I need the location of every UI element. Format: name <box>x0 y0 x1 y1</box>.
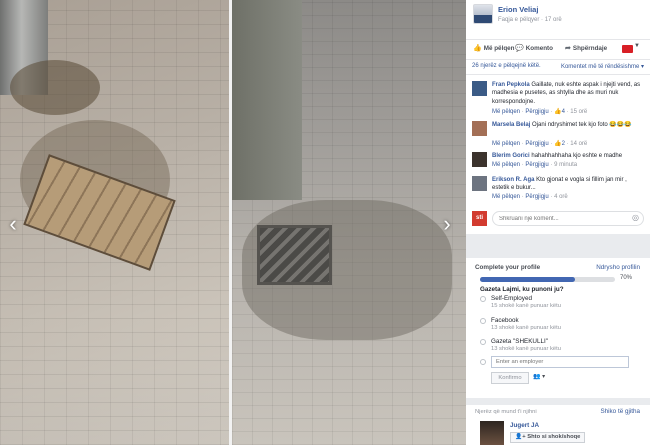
avatar[interactable] <box>472 152 487 167</box>
post-header: Erion Veliaj Faqja e pëlqyer · 17 orë <box>466 0 650 37</box>
privacy-selector[interactable]: 👥 ▾ <box>533 373 545 380</box>
progress-percent: 70% <box>620 275 633 281</box>
card-title: Complete your profile <box>475 264 541 271</box>
comment-author[interactable]: Erikson R. Aga <box>492 177 534 183</box>
comment-composer: sti ◎ <box>472 211 644 227</box>
radio-button[interactable] <box>480 359 486 365</box>
comment-meta: Më pëlqen · Përgjigju · 4 orë <box>492 194 568 200</box>
drain-grate <box>257 225 332 285</box>
share-arrow-icon: ➦ <box>565 45 571 52</box>
camera-icon[interactable]: ◎ <box>632 213 639 222</box>
photo-before <box>0 0 229 445</box>
comment-meta: Më pëlqen · Përgjigju · 9 minuta <box>492 162 578 168</box>
comment-like-count[interactable]: 2 <box>562 141 565 147</box>
like-button[interactable]: 👍 Më pëlqen <box>473 44 515 52</box>
people-you-may-know: Njerëz që mund t'i njihni Shiko të gjith… <box>466 405 650 445</box>
comment-sort-dropdown[interactable]: Komentet më të rëndësishme ▾ <box>561 63 644 70</box>
like-label: Më pëlqen <box>483 45 515 52</box>
comment-like-link[interactable]: Më pëlqen <box>492 109 520 115</box>
employer-question: Gazeta Lajmi, ku punoni ju? <box>480 286 564 293</box>
option-subtext: 15 shokë kanë punuar këtu <box>491 303 561 309</box>
comment-like-link[interactable]: Më pëlqen <box>492 162 520 168</box>
thumbs-up-icon: 👍 <box>473 45 482 52</box>
previous-photo-arrow-icon[interactable]: ‹ <box>4 212 22 236</box>
mud-patch <box>10 60 100 115</box>
option-subtext: 13 shokë kanë punuar këtu <box>491 325 561 331</box>
divider <box>466 59 650 60</box>
share-button[interactable]: ➦ Shpërndaje <box>565 44 607 52</box>
see-all-link[interactable]: Shiko të gjitha <box>600 408 640 415</box>
next-photo-arrow-icon[interactable]: › <box>438 212 456 236</box>
add-friend-button[interactable]: 👤+ Shto si shok/shoqe <box>510 432 586 443</box>
comment-time[interactable]: 14 orë <box>570 141 587 147</box>
option-label: Facebook <box>491 317 519 324</box>
avatar[interactable] <box>472 121 487 136</box>
comment-text: hahahhahhaha kjo eshte e madhe <box>531 153 623 159</box>
add-friend-label: Shto si shok/shoqe <box>527 434 581 440</box>
avatar[interactable] <box>480 421 504 445</box>
comment-author[interactable]: Blerim Gorici <box>492 153 530 159</box>
thumbs-up-icon: 👍 <box>554 141 562 147</box>
edit-profile-link[interactable]: Ndrysho profilin <box>596 264 640 271</box>
comment-author[interactable]: Marsela Belaj <box>492 122 530 128</box>
radio-button[interactable] <box>480 339 486 345</box>
employer-input[interactable] <box>491 356 629 368</box>
avatar[interactable] <box>472 81 487 96</box>
post-sidebar: Erion Veliaj Faqja e pëlqyer · 17 orë 👍 M… <box>466 0 650 445</box>
comment-author[interactable]: Fran Pepkola <box>492 82 530 88</box>
comment-label: Komento <box>525 45 554 52</box>
reaction-stats: 26 njerëz e pëlqejnë këtë. Komentet më t… <box>472 63 644 70</box>
comment-time[interactable]: 15 orë <box>570 109 587 115</box>
option-label: Self-Employed <box>491 295 532 302</box>
avatar[interactable] <box>472 176 487 191</box>
avatar[interactable] <box>473 4 493 24</box>
section-title: Njerëz që mund t'i njihni <box>475 409 537 415</box>
comment-like-link[interactable]: Më pëlqen <box>492 141 520 147</box>
likes-count-link[interactable]: 26 njerëz e pëlqejnë këtë. <box>472 63 541 69</box>
suggested-person-name[interactable]: Jugert JA <box>510 422 539 429</box>
comment-reply-link[interactable]: Përgjigju <box>525 109 548 115</box>
confirm-button[interactable]: Konfirmo <box>491 372 529 384</box>
option-label: Gazeta "SHEKULLI" <box>491 338 548 345</box>
comment-like-link[interactable]: Më pëlqen <box>492 194 520 200</box>
comment-text: Ojani ndryshimet tek kjo foto 😂😂😂 <box>532 122 632 128</box>
comment-reply-link[interactable]: Përgjigju <box>525 162 548 168</box>
share-label: Shpërndaje <box>572 45 608 52</box>
section-gap <box>466 398 650 405</box>
radio-button[interactable] <box>480 318 486 324</box>
divider <box>466 39 650 40</box>
profile-progress-bar <box>480 277 615 282</box>
chevron-down-icon[interactable]: ▼ <box>634 43 640 49</box>
speech-bubble-icon: 💬 <box>515 45 524 52</box>
comment-meta: Më pëlqen · Përgjigju · 👍4 · 15 orë <box>492 109 588 115</box>
comment-meta: Më pëlqen · Përgjigju · 👍2 · 14 orë <box>492 141 588 147</box>
comment-reply-link[interactable]: Përgjigju <box>525 141 548 147</box>
post-subtitle: Faqja e pëlqyer · 17 orë <box>498 17 562 23</box>
thumbs-up-icon: 👍 <box>554 109 562 115</box>
add-friend-icon: 👤+ <box>515 434 526 440</box>
wall <box>232 0 302 200</box>
comment-input[interactable] <box>492 211 644 226</box>
section-gap <box>466 234 650 258</box>
comment-reply-link[interactable]: Përgjigju <box>525 194 548 200</box>
action-bar: 👍 Më pëlqen 💬 Komento ➦ Shpërndaje ▼ <box>466 41 650 57</box>
progress-fill <box>480 277 575 282</box>
language-flag-icon[interactable] <box>622 45 633 53</box>
photo-viewer: ‹ › <box>0 0 466 445</box>
comment-time[interactable]: 4 orë <box>554 194 568 200</box>
option-subtext: 13 shokë kanë punuar këtu <box>491 346 561 352</box>
comment-button[interactable]: 💬 Komento <box>515 44 553 52</box>
author-name[interactable]: Erion Veliaj <box>498 5 538 14</box>
divider <box>466 74 650 75</box>
comment-time[interactable]: 9 minuta <box>554 162 577 168</box>
comment-like-count[interactable]: 4 <box>562 109 565 115</box>
complete-profile-card: Complete your profile Ndrysho profilin 7… <box>466 258 650 398</box>
radio-button[interactable] <box>480 296 486 302</box>
photo-after <box>232 0 466 445</box>
avatar: sti <box>472 211 487 226</box>
